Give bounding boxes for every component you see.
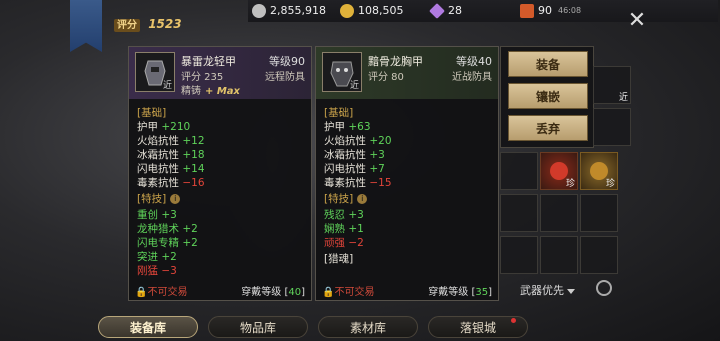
stat-line: 冰霜抗性 +18 (137, 149, 205, 161)
notification-dot (511, 318, 516, 323)
score-value: 1523 (148, 17, 182, 31)
feather-icon (520, 4, 534, 18)
item-score: 评分 80 (368, 72, 404, 83)
item-score: 评分 235 (181, 72, 224, 83)
diamond-currency: 28 (429, 3, 462, 19)
item-type: 近战防具 (452, 72, 492, 83)
info-icon: i (357, 194, 368, 204)
chevron-down-icon (567, 288, 575, 294)
skill-line: 娴熟 +1 (324, 223, 364, 235)
item-name: 暴雷龙轻甲 (181, 55, 236, 68)
gold-coin-icon (340, 4, 354, 18)
armor-icon: 近 (135, 52, 175, 92)
stat-line: 闪电抗性 +14 (137, 163, 205, 175)
inventory-slot[interactable] (540, 194, 578, 232)
inventory-slot[interactable] (540, 236, 578, 274)
guild-banner (70, 0, 102, 52)
item-footer: 🔒不可交易 穿戴等级 [35] (322, 283, 492, 298)
item-name: 黯骨龙胸甲 (368, 55, 423, 68)
inlay-button[interactable]: 镶嵌 (508, 83, 588, 109)
item-level: 等级90 (269, 55, 305, 68)
inventory-tabs: 装备库 物品库 素材库 落银城 (70, 312, 660, 341)
skill-line: 重创 +3 (137, 209, 177, 221)
item-type: 远程防具 (265, 72, 305, 83)
item-header: 近 黯骨龙胸甲 等级40 评分 80 近战防具 (316, 47, 498, 99)
inventory-slot[interactable] (500, 236, 538, 274)
inventory-slot[interactable] (593, 108, 631, 146)
equip-button[interactable]: 装备 (508, 51, 588, 77)
tab-items[interactable]: 物品库 (208, 316, 308, 338)
stat-line: 毒素抗性 −15 (324, 177, 392, 189)
silver-coin-icon (252, 4, 266, 18)
base-header: [基础] (137, 107, 167, 119)
soul-header: [猎魂] (324, 253, 354, 265)
inventory-slot[interactable] (500, 194, 538, 232)
discard-button[interactable]: 丢弃 (508, 115, 588, 141)
score-label: 评分 (114, 19, 140, 32)
gold-currency: 108,505 (340, 4, 404, 18)
item-footer: 🔒不可交易 穿戴等级 [40] (135, 283, 305, 298)
inventory-slot[interactable]: 珍 (540, 152, 578, 190)
tab-equipment[interactable]: 装备库 (98, 316, 198, 338)
skill-line: 突进 +2 (137, 251, 177, 263)
item-tooltip-left: 近 暴雷龙轻甲 等级90 评分 235 远程防具 精铸 + Max [基础] 护甲… (128, 46, 312, 301)
diamond-icon (429, 3, 445, 19)
action-panel: 装备 镶嵌 丢弃 (500, 46, 594, 148)
wear-requirement: 穿戴等级 [40] (241, 287, 305, 298)
refresh-icon[interactable] (596, 280, 612, 296)
stat-line: 冰霜抗性 +3 (324, 149, 385, 161)
skill-line: 闪电专精 +2 (137, 237, 198, 249)
info-icon: i (170, 194, 181, 204)
skill-header: [特技] i (137, 191, 181, 206)
silver-currency: 2,855,918 (252, 4, 326, 18)
lock-icon: 🔒 (322, 287, 335, 298)
inventory-slot[interactable] (580, 236, 618, 274)
stat-line: 护甲 +210 (137, 121, 191, 133)
wear-requirement: 穿戴等级 [35] (428, 287, 492, 298)
item-header: 近 暴雷龙轻甲 等级90 评分 235 远程防具 精铸 + Max (129, 47, 311, 99)
item-cast: 精铸 + Max (181, 86, 241, 97)
stat-line: 火焰抗性 +12 (137, 135, 205, 147)
item-level: 等级40 (456, 55, 492, 68)
inventory-slot[interactable]: 珍 (580, 152, 618, 190)
skill-line: 残忍 +3 (324, 209, 364, 221)
stat-line: 闪电抗性 +7 (324, 163, 385, 175)
item-tooltip-right: 近 黯骨龙胸甲 等级40 评分 80 近战防具 [基础] 护甲 +63 火焰抗性… (315, 46, 499, 301)
clock: 46:08 (558, 6, 582, 15)
close-icon[interactable]: ✕ (626, 10, 648, 32)
tab-materials[interactable]: 素材库 (318, 316, 418, 338)
skill-line: 龙种猎术 +2 (137, 223, 198, 235)
weapon-priority-dropdown[interactable]: 武器优先 (520, 282, 575, 298)
inventory-slot[interactable]: 近 (593, 66, 631, 104)
inventory-slot[interactable] (500, 152, 538, 190)
chest-armor-icon: 近 (322, 52, 362, 92)
lock-icon: 🔒 (135, 287, 148, 298)
stat-line: 毒素抗性 −16 (137, 177, 205, 189)
skill-line: 刚猛 −3 (137, 265, 177, 277)
skill-line: 顽强 −2 (324, 237, 364, 249)
feather-currency: 90 (520, 4, 552, 18)
inventory-slot[interactable] (580, 194, 618, 232)
stat-line: 火焰抗性 +20 (324, 135, 392, 147)
stat-line: 护甲 +63 (324, 121, 371, 133)
score-display: 评分 1523 (114, 16, 182, 32)
base-header: [基础] (324, 107, 354, 119)
skill-header: [特技] i (324, 191, 368, 206)
